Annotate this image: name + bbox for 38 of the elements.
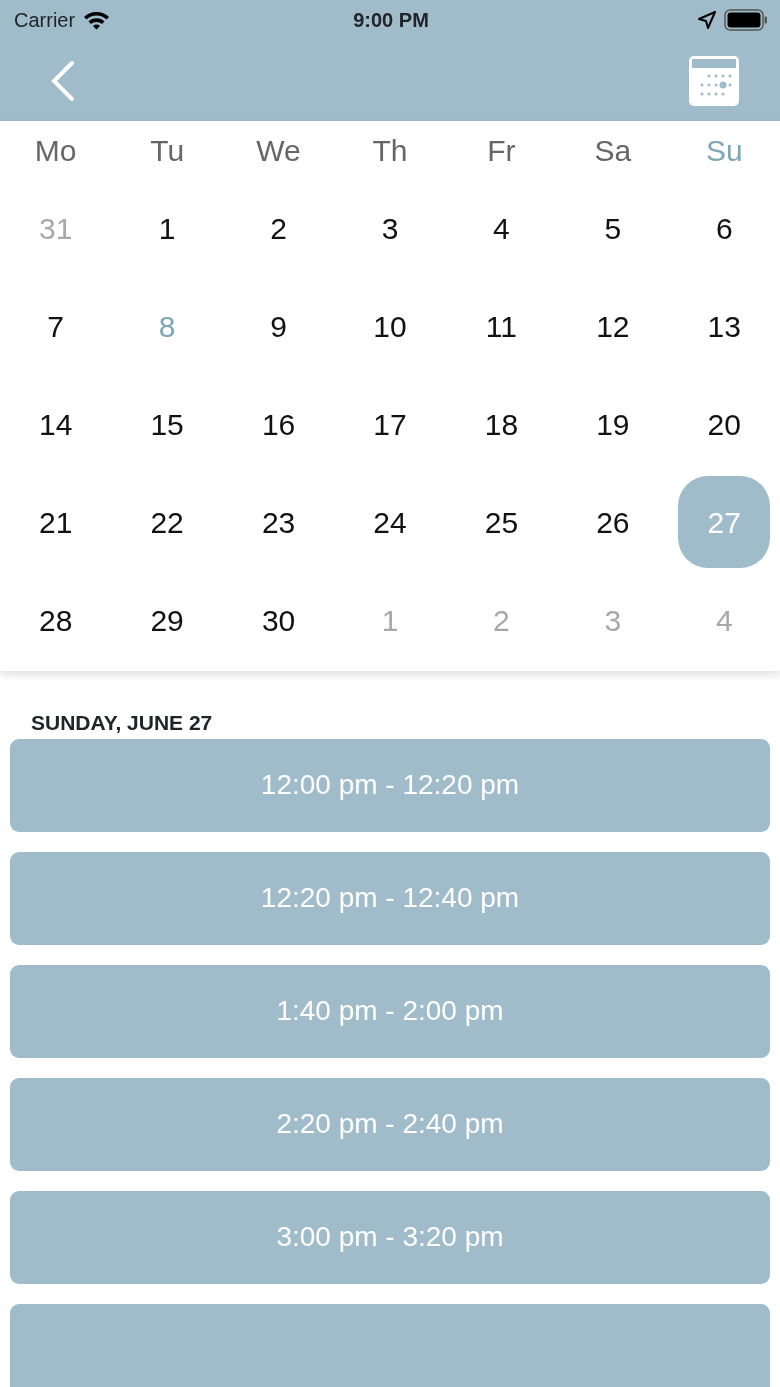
calendar-day[interactable]: 14 — [9, 378, 102, 470]
calendar-day[interactable]: 3 — [344, 182, 436, 274]
calendar-day[interactable]: 18 — [455, 378, 548, 470]
calendar-day[interactable]: 22 — [121, 476, 214, 568]
calendar-day[interactable]: 28 — [9, 574, 102, 666]
calendar-day[interactable]: 19 — [566, 378, 659, 470]
weekday-label: Mo — [34, 132, 77, 169]
calendar-day[interactable]: 12 — [566, 280, 659, 372]
weekday-label: Tu — [150, 132, 185, 169]
calendar-day[interactable]: 5 — [566, 182, 659, 274]
date-heading: SUNDAY, JUNE 27 — [30, 710, 214, 736]
calendar-day[interactable]: 17 — [344, 378, 436, 470]
calendar-day[interactable]: 10 — [344, 280, 436, 372]
calendar-day[interactable]: 9 — [232, 280, 325, 372]
calendar-day[interactable]: 25 — [455, 476, 548, 568]
carrier-label: Carrier — [14, 8, 76, 33]
weekday-label: Th — [372, 132, 408, 169]
calendar-day[interactable]: 4 — [455, 182, 548, 274]
calendar-day[interactable]: 30 — [232, 574, 325, 666]
calendar-day[interactable]: 1 — [121, 182, 214, 274]
calendar-day[interactable]: 11 — [455, 280, 548, 372]
calendar-day[interactable]: 7 — [9, 280, 102, 372]
calendar-day[interactable]: 29 — [121, 574, 214, 666]
calendar-day[interactable]: 6 — [678, 182, 771, 274]
calendar-day[interactable]: 21 — [9, 476, 102, 568]
calendar-day[interactable]: 24 — [344, 476, 436, 568]
calendar-day[interactable]: 20 — [678, 378, 771, 470]
calendar-day[interactable]: 16 — [232, 378, 325, 470]
weekday-label: Su — [705, 132, 743, 169]
calendar-day[interactable]: 13 — [678, 280, 771, 372]
calendar-day[interactable]: 2 — [232, 182, 325, 274]
calendar-day[interactable]: 26 — [566, 476, 659, 568]
weekday-label: Sa — [594, 132, 632, 169]
calendar-day[interactable]: 23 — [232, 476, 325, 568]
weekday-label: We — [256, 132, 301, 169]
calendar-day[interactable]: 15 — [121, 378, 214, 470]
status-time: 9:00 PM — [353, 8, 429, 33]
weekday-label: Fr — [487, 132, 516, 169]
